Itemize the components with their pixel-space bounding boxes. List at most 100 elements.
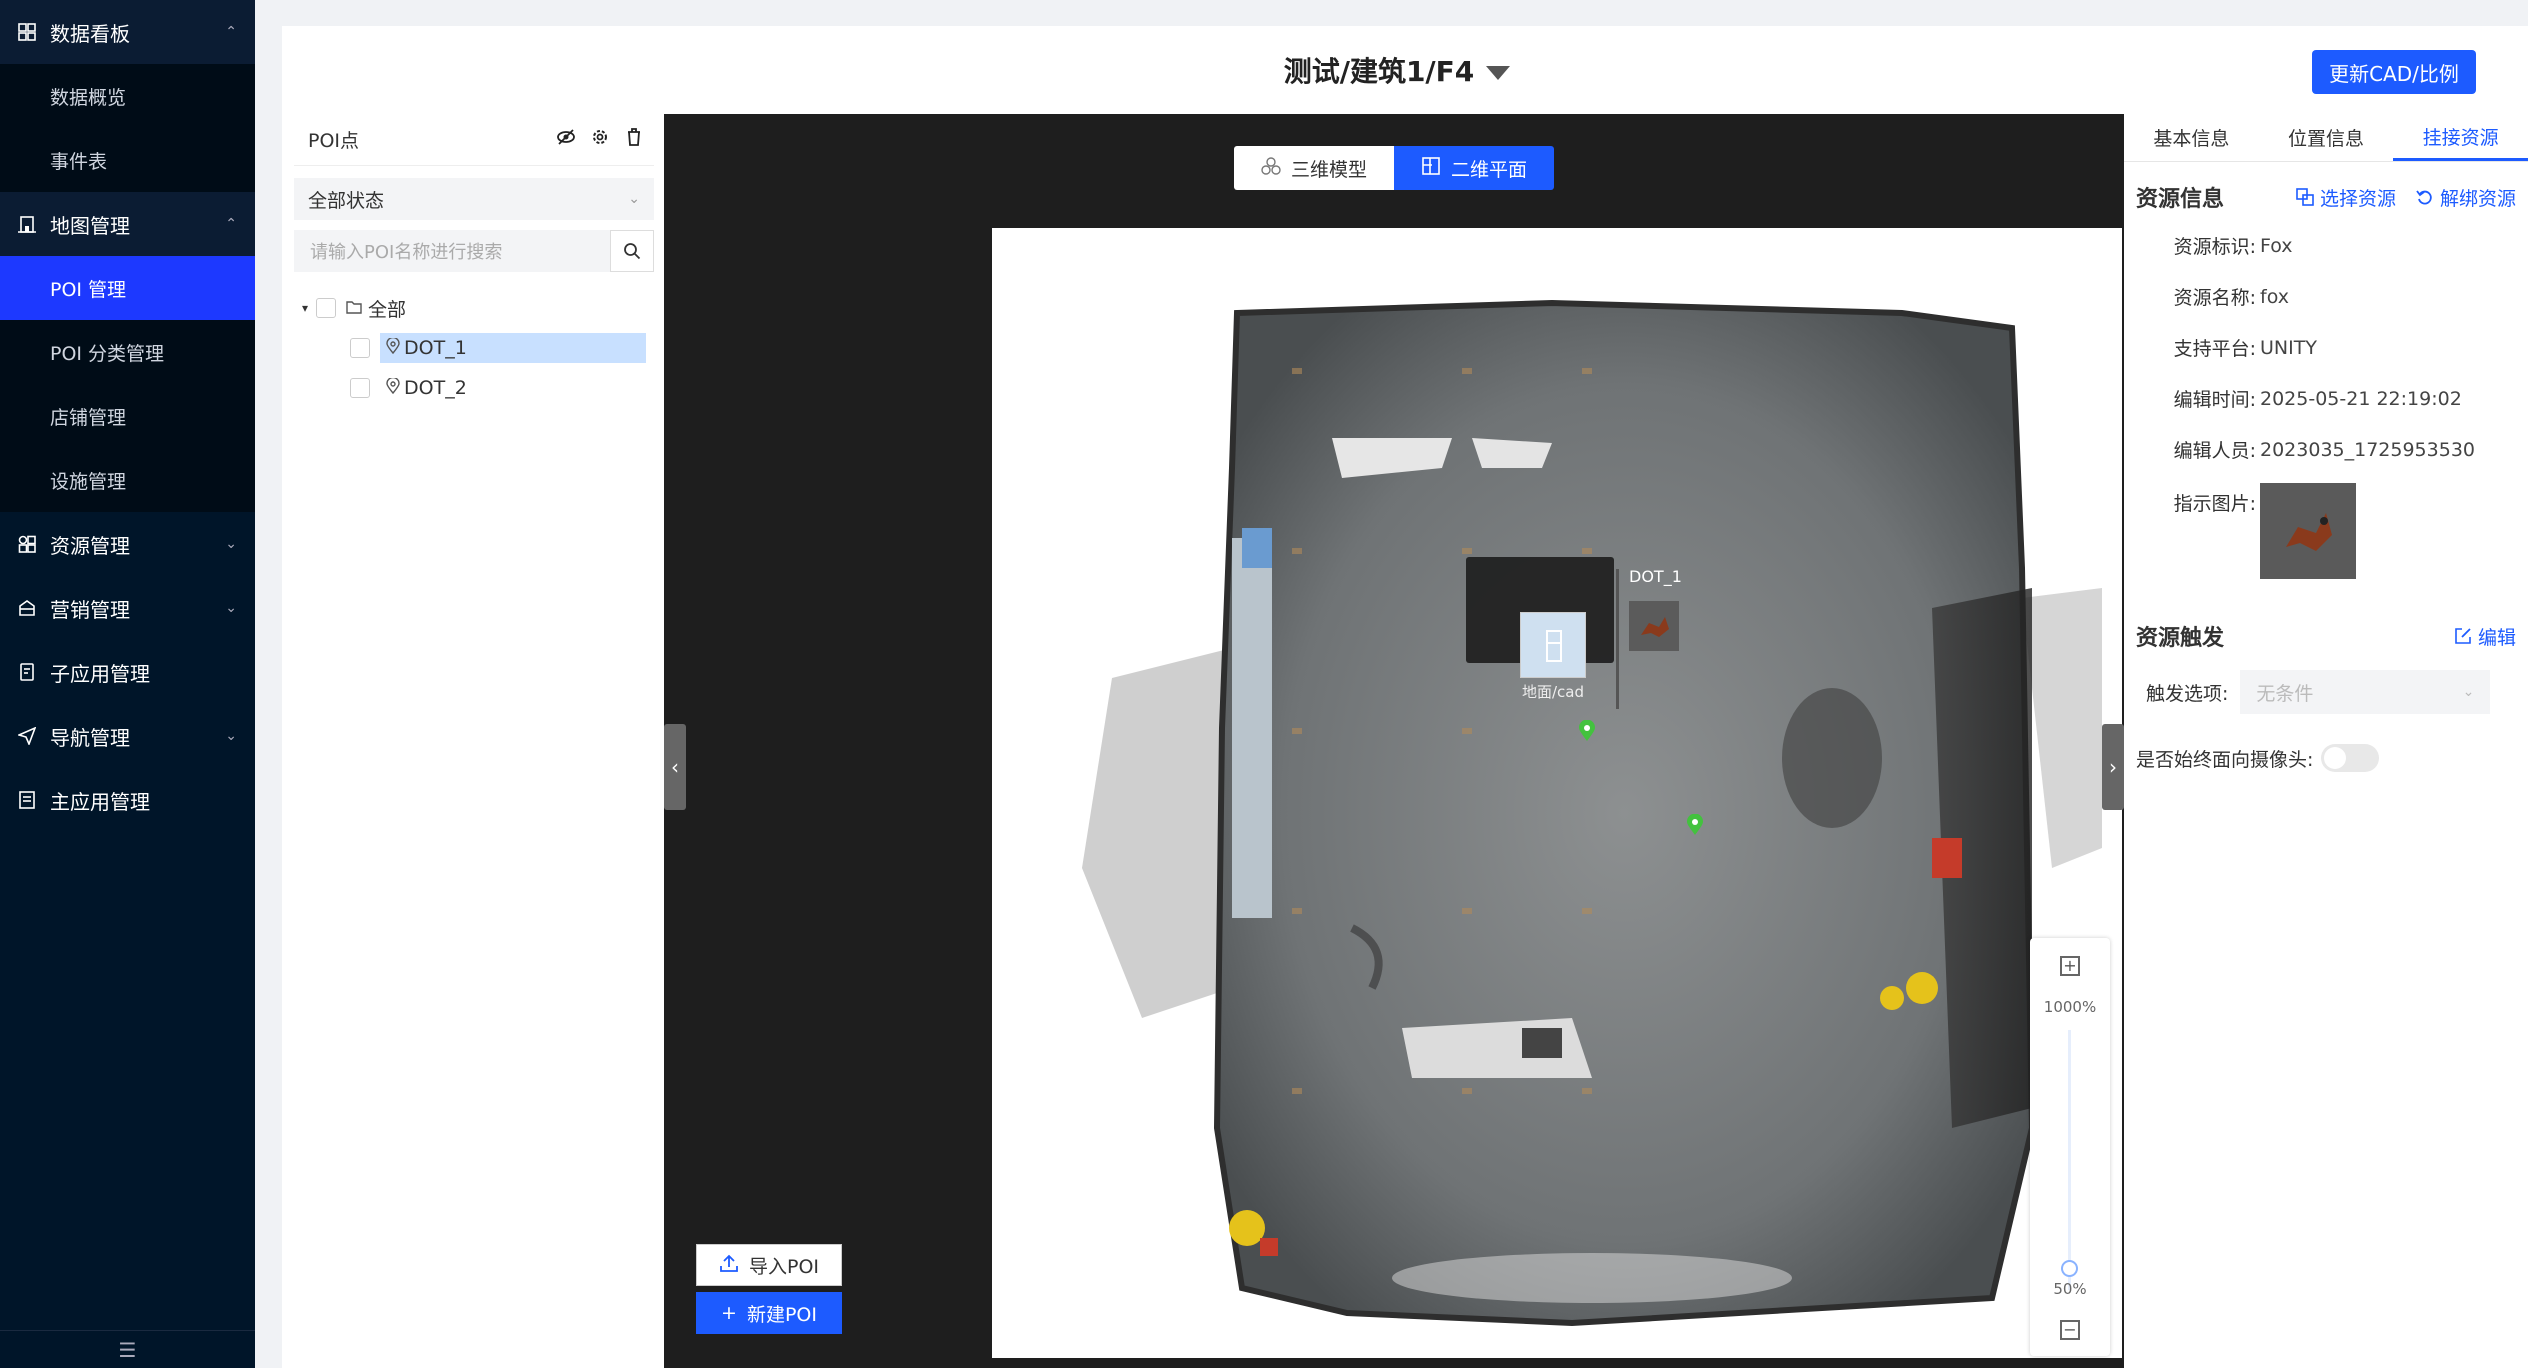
search-input[interactable]: 请输入POI名称进行搜索 — [294, 230, 610, 272]
zoom-track[interactable] — [2068, 1030, 2071, 1290]
menu-item-overview[interactable]: 数据概览 — [0, 64, 255, 128]
zoom-in-button[interactable]: + — [2060, 956, 2080, 976]
search-icon — [624, 243, 641, 260]
edit-icon — [2455, 628, 2471, 644]
poi-tree: ▾ 全部 DOT_1 DOT_2 — [294, 288, 654, 408]
collapse-sidebar-button[interactable]: ☰ — [0, 1330, 255, 1368]
eye-off-icon[interactable] — [556, 127, 576, 152]
tab-basic-info[interactable]: 基本信息 — [2124, 114, 2259, 161]
menu-group-label: 导航管理 — [50, 725, 130, 750]
chevron-down-icon: ⌄ — [225, 536, 237, 552]
menu-group-label: 主应用管理 — [50, 789, 150, 814]
plus-icon: + — [721, 1302, 737, 1324]
menu-item-poi[interactable]: POI 管理 — [0, 256, 255, 320]
menu-item-facility[interactable]: 设施管理 — [0, 448, 255, 512]
menu-group-subapp[interactable]: 子应用管理 — [0, 640, 255, 704]
property-tabs: 基本信息 位置信息 挂接资源 — [2124, 114, 2528, 162]
trigger-option-select[interactable]: 无条件 ⌄ — [2240, 670, 2491, 714]
indicator-image[interactable] — [2260, 483, 2356, 579]
checkbox[interactable] — [350, 338, 370, 358]
floor-selector[interactable]: 测试/建筑1/F4 — [282, 50, 2512, 90]
edit-trigger-label: 编辑 — [2477, 626, 2516, 649]
menu-group-navigation[interactable]: 导航管理 ⌄ — [0, 704, 255, 768]
field-label: 编辑人员: — [2173, 440, 2256, 462]
cad-thumbnail — [1520, 612, 1586, 678]
menu-group-mainapp[interactable]: 主应用管理 — [0, 768, 255, 832]
location-pin-icon — [386, 376, 400, 399]
resource-trigger-header: 资源触发 编辑 — [2124, 613, 2528, 659]
menu-group-label: 地图管理 — [50, 213, 130, 238]
update-cad-button[interactable]: 更新CAD/比例 — [2312, 50, 2476, 94]
menu-item-poi-category[interactable]: POI 分类管理 — [0, 320, 255, 384]
tree-item-dot-2[interactable]: DOT_2 — [294, 368, 654, 408]
tab-location-info[interactable]: 位置信息 — [2259, 114, 2394, 161]
trash-icon[interactable] — [624, 127, 644, 152]
gear-icon[interactable] — [590, 127, 610, 152]
field-indicator-image: 指示图片: — [2124, 475, 2528, 595]
poi-popup[interactable]: DOT_1 地面/cad — [1466, 557, 1682, 709]
menu-group-dashboard[interactable]: 数据看板 ⌃ — [0, 0, 255, 64]
select-resource-icon — [2296, 188, 2314, 206]
menu-fold-icon: ☰ — [118, 1337, 137, 1362]
menu-group-map[interactable]: 地图管理 ⌃ — [0, 192, 255, 256]
menu-item-shop[interactable]: 店铺管理 — [0, 384, 255, 448]
poi-marker-dot-1[interactable] — [1578, 719, 1596, 747]
import-poi-button[interactable]: 导入POI — [696, 1244, 842, 1286]
tree-root[interactable]: ▾ 全部 — [294, 288, 654, 328]
search-button[interactable] — [610, 230, 654, 272]
poi-panel-title: POI点 — [308, 130, 360, 152]
upload-icon — [719, 1253, 739, 1278]
popup-poi-name: DOT_1 — [1629, 567, 1682, 586]
floorplan-icon — [1421, 156, 1441, 181]
send-icon — [18, 727, 36, 745]
folder-icon — [346, 297, 362, 319]
field-value: 2023035_1725953530 — [2260, 438, 2476, 461]
undo-icon — [2416, 190, 2432, 205]
grid-icon — [18, 535, 36, 553]
chevron-left-icon: ‹ — [671, 755, 679, 779]
status-select[interactable]: 全部状态 ⌄ — [294, 178, 654, 220]
import-poi-label: 导入POI — [748, 1255, 820, 1278]
zoom-slider-handle[interactable] — [2061, 1260, 2078, 1277]
unbind-resource-button[interactable]: 解绑资源 — [2416, 184, 2516, 211]
collapse-right-handle[interactable]: › — [2102, 724, 2124, 810]
dashboard-icon — [18, 23, 36, 41]
map-canvas[interactable]: 三维模型 二维平面 ‹ DOT_1 地面/cad › + 1000% 50% −… — [664, 114, 2124, 1368]
new-poi-button[interactable]: + 新建POI — [696, 1292, 842, 1334]
poi-marker-dot-2[interactable] — [1686, 813, 1704, 841]
tree-item-dot-1[interactable]: DOT_1 — [294, 328, 654, 368]
caret-down-icon[interactable]: ▾ — [294, 301, 316, 315]
zoom-current-label: 50% — [2053, 1280, 2087, 1298]
field-label: 指示图片: — [2173, 493, 2256, 515]
collapse-left-handle[interactable]: ‹ — [664, 724, 686, 810]
view-2d-button[interactable]: 二维平面 — [1394, 146, 1554, 190]
new-poi-label: 新建POI — [746, 1303, 817, 1326]
checkbox[interactable] — [350, 378, 370, 398]
popup-caption: 地面/cad — [1521, 683, 1584, 701]
face-camera-toggle[interactable] — [2321, 744, 2380, 772]
zoom-out-button[interactable]: − — [2060, 1320, 2080, 1340]
checkbox[interactable] — [316, 298, 336, 318]
tab-attached-resource[interactable]: 挂接资源 — [2393, 114, 2528, 161]
menu-group-resource[interactable]: 资源管理 ⌄ — [0, 512, 255, 576]
menu-group-marketing[interactable]: 营销管理 ⌄ — [0, 576, 255, 640]
property-panel: 基本信息 位置信息 挂接资源 资源信息 选择资源 解绑资源 资源标识: Fox 资… — [2124, 114, 2528, 1368]
chevron-down-icon: ⌄ — [225, 600, 237, 616]
view-3d-button[interactable]: 三维模型 — [1234, 146, 1394, 190]
menu-group-label: 资源管理 — [50, 533, 130, 558]
field-edit-time: 编辑时间: 2025-05-21 22:19:02 — [2124, 373, 2528, 424]
resource-info-header: 资源信息 选择资源 解绑资源 — [2124, 174, 2528, 220]
trigger-option-value: 无条件 — [2256, 682, 2314, 705]
select-resource-button[interactable]: 选择资源 — [2296, 184, 2396, 211]
sidebar: 数据看板 ⌃ 数据概览 事件表 地图管理 ⌃ POI 管理 POI 分类管理 店… — [0, 0, 255, 1368]
unbind-resource-label: 解绑资源 — [2439, 187, 2516, 210]
edit-trigger-button[interactable]: 编辑 — [2454, 623, 2516, 650]
field-value: Fox — [2260, 234, 2293, 257]
select-resource-label: 选择资源 — [2319, 187, 2396, 210]
floor-map[interactable]: DOT_1 地面/cad — [992, 228, 2122, 1358]
resource-info-title: 资源信息 — [2136, 187, 2225, 212]
view-2d-label: 二维平面 — [1450, 158, 1527, 181]
field-platform: 支持平台: UNITY — [2124, 322, 2528, 373]
menu-item-events[interactable]: 事件表 — [0, 128, 255, 192]
poi-panel-header: POI点 — [294, 114, 654, 166]
